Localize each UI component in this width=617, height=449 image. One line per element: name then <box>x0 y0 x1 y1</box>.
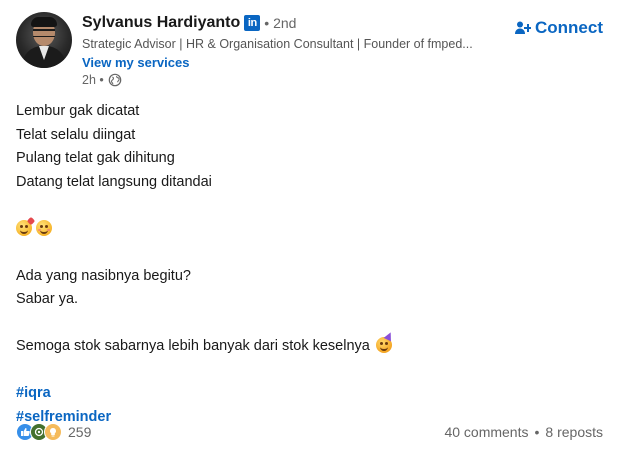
post-header: Sylvanus Hardiyanto in • 2nd Strategic A… <box>16 12 605 92</box>
post-time: 2h • <box>82 73 104 87</box>
face-blowing-kiss-emoji <box>16 216 36 236</box>
globe-icon <box>108 73 122 87</box>
stats-separator: • <box>534 424 540 440</box>
post-line: Sabar ya. <box>16 291 79 307</box>
view-services-link[interactable]: View my services <box>82 55 485 70</box>
social-counts: 259 40 comments • 8 reposts <box>16 422 603 442</box>
connect-button[interactable]: Connect <box>515 18 603 38</box>
add-person-icon <box>515 21 531 34</box>
post-line: Ada yang nasibnya begitu? <box>16 267 191 284</box>
post-line: Telat selalu diingat <box>16 126 136 143</box>
post-line-text: Semoga stok sabarnya lebih banyak dari s… <box>16 338 370 354</box>
post-line: Datang telat langsung ditandai <box>16 173 212 190</box>
reaction-count: 259 <box>68 424 92 440</box>
reactions-summary[interactable]: 259 <box>16 423 91 441</box>
post-body: Lembur gak dicatat Telat selalu diingat … <box>16 100 396 429</box>
post-line: Semoga stok sabarnya lebih banyak dari s… <box>16 330 396 359</box>
author-headline: Strategic Advisor | HR & Organisation Co… <box>82 37 473 51</box>
partying-face-emoji <box>375 330 395 353</box>
insightful-icon <box>44 423 62 441</box>
post-line: Pulang telat gak dihitung <box>16 150 175 166</box>
hashtag-link[interactable]: #iqra <box>16 385 51 401</box>
avatar[interactable] <box>16 12 72 68</box>
smiling-face-emoji <box>36 219 52 236</box>
connection-degree: • 2nd <box>264 15 297 31</box>
linkedin-premium-icon: in <box>244 15 261 31</box>
connect-label: Connect <box>535 18 603 37</box>
emoji-line <box>16 216 396 242</box>
post-line: Lembur gak dicatat <box>16 103 140 119</box>
author-name[interactable]: Sylvanus Hardiyanto <box>82 14 240 32</box>
reposts-count[interactable]: 8 reposts <box>545 424 603 440</box>
author-info: Sylvanus Hardiyanto in • 2nd Strategic A… <box>82 12 485 87</box>
comments-count[interactable]: 40 comments <box>444 424 528 440</box>
